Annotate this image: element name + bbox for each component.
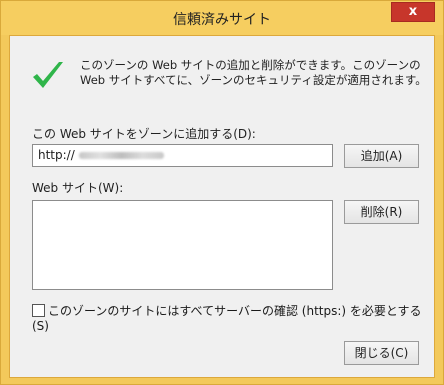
site-url-value: http:// [38,148,75,162]
trusted-sites-dialog: 信頼済みサイト x このゾーンの Web サイトの追加と削除ができます。このゾー… [0,0,444,385]
website-list[interactable] [32,200,333,290]
dialog-body: このゾーンの Web サイトの追加と削除ができます。このゾーンの Web サイト… [9,35,435,378]
window-close-button[interactable]: x [391,2,435,22]
checkmark-icon [33,62,63,88]
remove-button[interactable]: 削除(R) [344,200,419,224]
zone-description: このゾーンの Web サイトの追加と削除ができます。このゾーンの Web サイト… [80,58,427,87]
add-button[interactable]: 追加(A) [344,144,419,168]
https-checkbox-label: このゾーンのサイトにはすべてサーバーの確認 (https:) を必要とする(S) [32,304,422,333]
close-button[interactable]: 閉じる(C) [344,341,419,365]
add-site-label: この Web サイトをゾーンに追加する(D): [32,127,256,141]
websites-label: Web サイト(W): [32,181,124,195]
title-bar[interactable]: 信頼済みサイト x [1,1,443,35]
https-requirement-option[interactable]: このゾーンのサイトにはすべてサーバーの確認 (https:) を必要とする(S) [32,302,434,333]
https-checkbox[interactable] [32,304,45,317]
site-url-input[interactable]: http:// [32,144,333,167]
redacted-address [78,152,164,159]
window-title: 信頼済みサイト [173,12,271,28]
